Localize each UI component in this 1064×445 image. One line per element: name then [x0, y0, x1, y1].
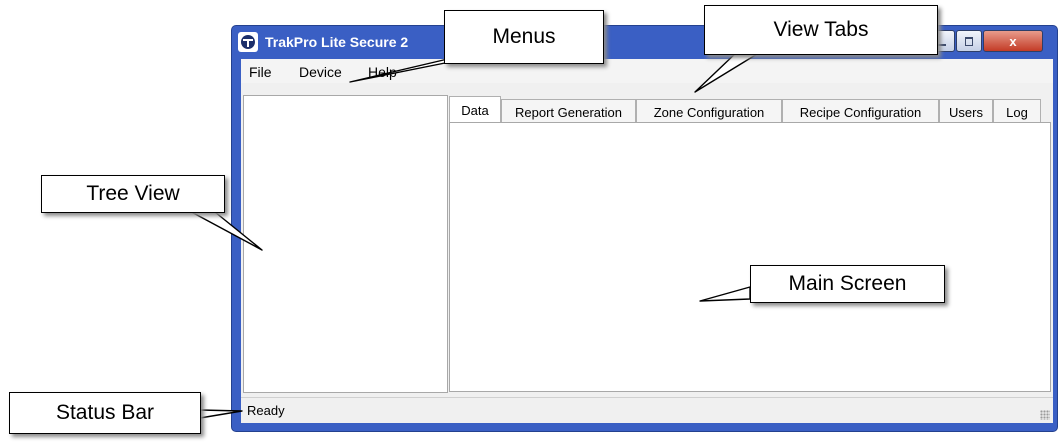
menu-bar: File Device Help	[241, 59, 1053, 83]
view-tabs-callout: View Tabs	[704, 5, 938, 55]
menu-file[interactable]: File	[249, 64, 272, 80]
close-icon: x	[1009, 33, 1017, 49]
main-screen-callout: Main Screen	[750, 265, 945, 303]
status-bar-callout: Status Bar	[9, 392, 201, 434]
menu-device[interactable]: Device	[299, 64, 342, 80]
close-button[interactable]: x	[983, 30, 1043, 52]
status-bar: Ready	[241, 397, 1053, 423]
menus-callout: Menus	[444, 10, 604, 64]
tab-data[interactable]: Data	[449, 96, 501, 124]
client-area: File Device Help Data Report Generation …	[241, 59, 1053, 423]
main-screen[interactable]	[449, 122, 1051, 392]
resize-grip-icon[interactable]	[1040, 410, 1050, 420]
status-text: Ready	[247, 403, 285, 418]
tsi-logo-icon	[238, 32, 258, 52]
tab-recipe-configuration[interactable]: Recipe Configuration	[782, 99, 939, 124]
tab-users[interactable]: Users	[939, 99, 993, 124]
maximize-button[interactable]	[956, 30, 982, 52]
view-tabs: Data Report Generation Zone Configuratio…	[449, 95, 1051, 124]
menu-help[interactable]: Help	[368, 64, 397, 80]
tab-zone-configuration[interactable]: Zone Configuration	[636, 99, 782, 124]
tree-view[interactable]	[243, 95, 448, 393]
maximize-icon	[957, 31, 981, 51]
app-window: TrakPro Lite Secure 2 x File Device Help…	[232, 26, 1057, 431]
window-title: TrakPro Lite Secure 2	[265, 34, 409, 50]
tab-log[interactable]: Log	[993, 99, 1041, 124]
tab-report-generation[interactable]: Report Generation	[501, 99, 636, 124]
tree-view-callout: Tree View	[41, 175, 225, 213]
